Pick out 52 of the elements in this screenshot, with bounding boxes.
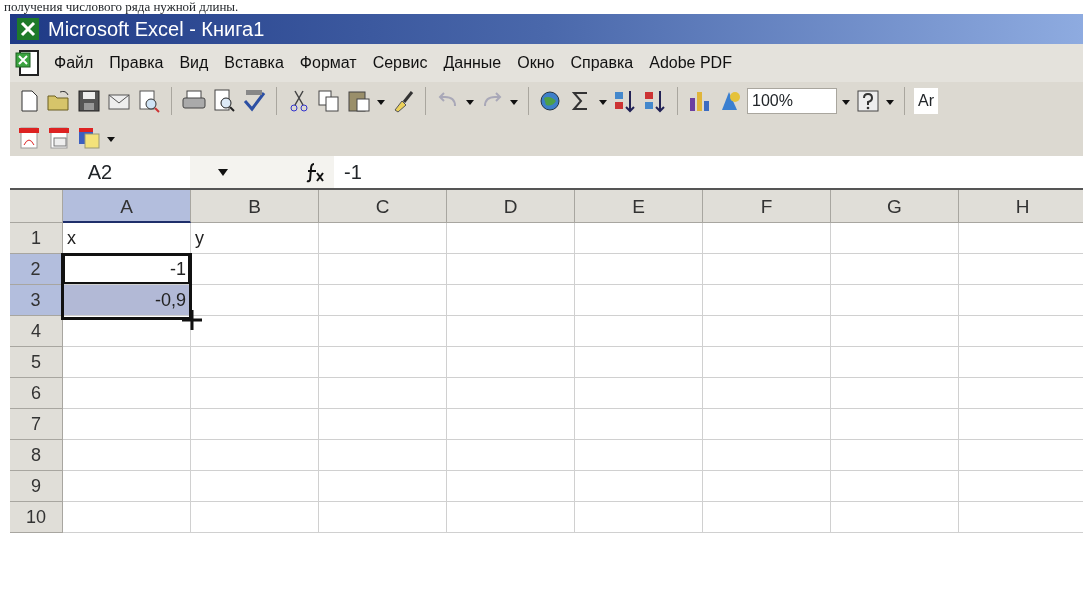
formula-field[interactable]: -1	[334, 156, 1083, 188]
menu-item[interactable]: Вид	[171, 49, 217, 77]
function-icon[interactable]	[304, 161, 326, 183]
magnifier-document-icon[interactable]	[136, 88, 162, 114]
menu-item[interactable]: Файл	[46, 49, 102, 77]
column-header[interactable]: H	[959, 190, 1083, 223]
column-header[interactable]: F	[703, 190, 831, 223]
font-field[interactable]: Ar	[914, 88, 938, 114]
app-icon	[16, 17, 40, 41]
crosshair-cursor-icon	[181, 309, 203, 331]
row-header[interactable]: 4	[10, 316, 63, 347]
row-header[interactable]: 7	[10, 409, 63, 440]
clipboard-icon[interactable]	[346, 88, 372, 114]
menu-item[interactable]: Правка	[101, 49, 172, 77]
help-icon[interactable]	[855, 88, 881, 114]
menu-item[interactable]: Окно	[509, 49, 563, 77]
column-header[interactable]: E	[575, 190, 703, 223]
row-header[interactable]: 6	[10, 378, 63, 409]
copy-icon[interactable]	[316, 88, 342, 114]
menu-item[interactable]: Adobe PDF	[641, 49, 740, 77]
row-header[interactable]: 8	[10, 440, 63, 471]
row-header[interactable]: 10	[10, 502, 63, 533]
pdf-review-icon[interactable]	[76, 125, 102, 151]
column-header[interactable]: D	[447, 190, 575, 223]
table-cell: -1	[63, 254, 191, 285]
pdf-mail-icon[interactable]	[46, 125, 72, 151]
menu-item[interactable]: Сервис	[364, 49, 436, 77]
column-header[interactable]: C	[319, 190, 447, 223]
menu-item[interactable]: Формат	[291, 49, 365, 77]
spelling-icon[interactable]	[241, 88, 267, 114]
menu-item[interactable]: Вставка	[216, 49, 292, 77]
table-cell: -0,9	[63, 285, 191, 316]
sort-descending-icon[interactable]	[642, 88, 668, 114]
zoom-field[interactable]: 100%	[747, 88, 837, 114]
row-header[interactable]: 1	[10, 223, 63, 254]
pdf-document-icon[interactable]	[16, 125, 42, 151]
menu-item[interactable]: Справка	[562, 49, 642, 77]
workbook-icon[interactable]	[14, 48, 42, 78]
column-header[interactable]: B	[191, 190, 319, 223]
row-header[interactable]: 2	[10, 254, 63, 285]
print-preview-icon[interactable]	[211, 88, 237, 114]
row-header[interactable]: 3	[10, 285, 63, 316]
column-header[interactable]: G	[831, 190, 959, 223]
name-box[interactable]: A2	[10, 156, 190, 188]
table-cell: y	[191, 223, 319, 254]
column-header[interactable]: A	[63, 190, 191, 223]
document-text: получения числового ряда нужной длины.	[3, 0, 240, 14]
menu-item[interactable]: Данные	[435, 49, 510, 77]
window-title: Microsoft Excel - Книга1	[48, 17, 265, 42]
row-header[interactable]: 5	[10, 347, 63, 378]
sort-ascending-icon[interactable]	[612, 88, 638, 114]
row-header[interactable]: 9	[10, 471, 63, 502]
